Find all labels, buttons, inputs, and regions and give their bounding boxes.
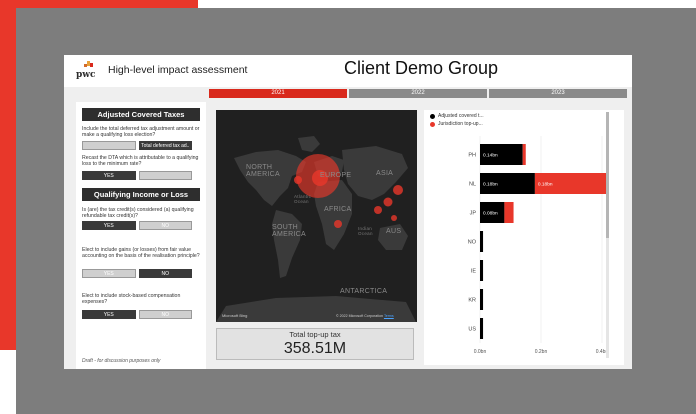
kpi-card: Total top-up tax 358.51M xyxy=(216,328,414,360)
tax-credits-yes-button[interactable]: YES xyxy=(82,221,136,230)
y-tick-label: US xyxy=(468,327,476,333)
tax-credits-no-button[interactable]: NO xyxy=(138,221,192,230)
label-north-america: NORTH AMERICA xyxy=(246,164,280,178)
stock-compensation-no-button[interactable]: NO xyxy=(138,310,192,319)
label-asia: ASIA xyxy=(376,170,394,177)
question-recast-dta: Recast the DTA which is attributable to … xyxy=(82,155,199,168)
tab-2022[interactable]: 2022 xyxy=(349,89,487,98)
bubble-oceania xyxy=(391,215,397,221)
recast-dta-options: YES xyxy=(82,171,192,180)
tax-credits-options: YES NO xyxy=(82,221,192,230)
y-tick-label: JP xyxy=(470,211,477,217)
fair-value-options: YES NO xyxy=(82,269,192,278)
label-indian-ocean: Indian Ocean xyxy=(358,226,373,236)
client-name: Client Demo Group xyxy=(344,58,499,78)
data-label: 0.18bn xyxy=(538,182,553,188)
deferred-tax-options: Total deferred tax ad.. xyxy=(82,141,192,150)
recast-dta-yes-button[interactable]: YES xyxy=(82,171,136,180)
chart-scrollbar[interactable] xyxy=(606,112,609,358)
x-tick-label: 0.2bn xyxy=(535,349,548,355)
greenland-shape xyxy=(298,136,320,152)
stock-compensation-options: YES NO xyxy=(82,310,192,319)
bar-chart: 0.0bn 0.2bn 0.4bn PH 0.14bn NL 0.18bn 0.18bn JP 0… xyxy=(468,136,606,355)
data-label: 0.14bn xyxy=(483,153,498,159)
label-australia: AUS xyxy=(386,228,402,235)
fair-value-yes-button[interactable]: YES xyxy=(82,269,136,278)
draft-note: Draft - for discussion purposes only xyxy=(82,358,161,364)
bubble-us xyxy=(294,176,302,184)
data-label: 0.08bn xyxy=(483,211,498,217)
bubble-africa xyxy=(334,220,342,228)
x-tick-label: 0.4bn xyxy=(596,349,606,355)
y-tick-label: NL xyxy=(469,182,476,188)
kpi-value: 358.51M xyxy=(283,340,347,357)
bar-segment xyxy=(522,144,526,165)
y-tick-label: NO xyxy=(468,240,477,246)
y-tick-label: KR xyxy=(468,298,476,304)
question-fair-value: Elect to include gains (or losses) from … xyxy=(82,247,200,260)
pwc-logo: pwc xyxy=(76,61,98,83)
filter-panel: Adjusted Covered Taxes Include the total… xyxy=(76,102,206,369)
terms-link[interactable]: Terms xyxy=(384,314,394,318)
bar-segment xyxy=(504,202,514,223)
label-antarctica: ANTARCTICA xyxy=(340,288,388,295)
report-canvas: pwc High-level impact assessment Client … xyxy=(64,55,632,369)
x-tick-label: 0.0bn xyxy=(474,349,487,355)
section-heading-qualifying-income: Qualifying Income or Loss xyxy=(82,188,200,201)
label-europe: EUROPE xyxy=(320,172,352,179)
bar-segment xyxy=(480,289,484,310)
bar-chart-panel: Adjusted covered t... Jurisdiction top-u… xyxy=(424,110,624,365)
bubble-southeast-asia xyxy=(383,197,393,207)
page-title: High-level impact assessment xyxy=(108,64,248,76)
recast-dta-no-button[interactable] xyxy=(138,171,192,180)
deferred-tax-option-1[interactable] xyxy=(82,141,136,150)
label-atlantic-ocean: Atlantic Ocean xyxy=(294,194,312,204)
question-stock-based-compensation: Elect to include stock-based compensatio… xyxy=(82,293,181,306)
bar-segment xyxy=(480,231,484,252)
bing-logo: Microsoft Bing xyxy=(222,313,248,318)
tab-2021[interactable]: 2021 xyxy=(209,89,347,98)
data-label: 0.18bn xyxy=(483,182,498,188)
copyright-text: © 2022 Microsoft Corporation xyxy=(336,314,383,318)
report-header: pwc High-level impact assessment Client … xyxy=(64,55,632,87)
antarctica-shape xyxy=(216,296,416,322)
bar-segment xyxy=(480,260,484,281)
y-tick-label: PH xyxy=(468,153,476,159)
bubble-east-asia xyxy=(393,185,403,195)
kpi-label: Total top-up tax xyxy=(289,330,341,339)
label-south-america: SOUTH AMERICA xyxy=(272,224,306,238)
pwc-logo-mark xyxy=(84,61,93,67)
world-map[interactable]: NORTH AMERICA EUROPE ASIA AFRICA SOUTH A… xyxy=(216,110,417,322)
year-tabs: 2021 2022 2023 xyxy=(209,89,627,98)
deferred-tax-option-total[interactable]: Total deferred tax ad.. xyxy=(138,141,192,150)
question-deferred-tax: Include the total deferred tax adjustmen… xyxy=(82,126,200,139)
bar-segment xyxy=(480,318,484,339)
label-africa: AFRICA xyxy=(324,206,352,213)
south-america-shape xyxy=(272,210,302,278)
stock-compensation-yes-button[interactable]: YES xyxy=(82,310,136,319)
pwc-logo-text: pwc xyxy=(76,70,96,80)
question-tax-credits: Is (are) the tax credit(s) considered (a… xyxy=(82,207,194,220)
tab-2023[interactable]: 2023 xyxy=(489,89,627,98)
y-tick-label: IE xyxy=(471,269,477,275)
section-heading-adjusted-covered-taxes: Adjusted Covered Taxes xyxy=(82,108,200,121)
fair-value-no-button[interactable]: NO xyxy=(138,269,192,278)
chart-scroll-thumb[interactable] xyxy=(606,112,609,238)
bubble-south-asia xyxy=(374,206,382,214)
map-copyright: © 2022 Microsoft Corporation Terms xyxy=(336,314,394,318)
